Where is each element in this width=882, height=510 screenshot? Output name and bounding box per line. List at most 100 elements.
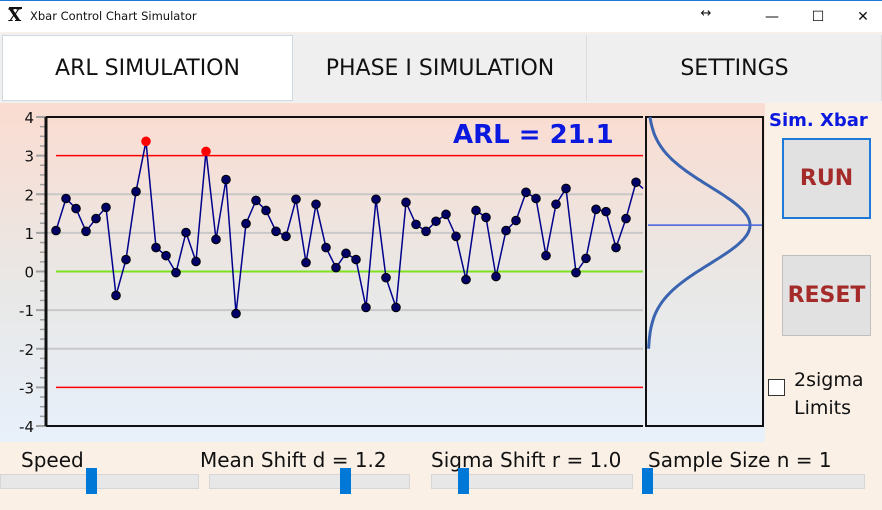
data-point [351, 254, 361, 265]
y-tick-label: -3 [19, 379, 34, 397]
data-point [441, 209, 451, 220]
data-point [491, 271, 501, 282]
data-point [211, 234, 221, 245]
data-point [221, 174, 231, 185]
data-point [471, 205, 481, 216]
data-point [271, 226, 281, 237]
mean-shift-label: Mean Shift d = 1.2 [200, 448, 387, 472]
data-point [361, 302, 371, 313]
minimize-icon[interactable]: — [749, 1, 795, 33]
data-point [551, 199, 561, 210]
data-point [461, 274, 471, 285]
data-point [161, 250, 171, 261]
data-point [51, 225, 61, 236]
run-button[interactable]: RUN [782, 138, 871, 219]
title-bar: X Xbar Control Chart Simulator ↔ — ☐ ✕ [0, 0, 882, 32]
data-point [621, 213, 631, 224]
data-point [231, 308, 241, 319]
data-point [191, 256, 201, 267]
data-point [121, 254, 131, 265]
data-point [91, 213, 101, 224]
out-of-control-point [141, 136, 151, 147]
2sigma-limits-checkbox[interactable] [768, 379, 785, 396]
sim-xbar-label: Sim. Xbar [769, 110, 868, 131]
data-point [531, 193, 541, 204]
y-tick-label: 4 [24, 109, 34, 127]
checkbox-label-line2: Limits [794, 397, 851, 419]
data-point [431, 216, 441, 227]
data-point [371, 194, 381, 205]
data-point [571, 267, 581, 278]
data-point [71, 203, 81, 214]
data-point [391, 302, 401, 313]
data-point [521, 187, 531, 198]
data-point [331, 262, 341, 273]
data-point [251, 195, 261, 206]
tab-settings[interactable]: SETTINGS [588, 35, 882, 101]
sample-size-slider-track[interactable] [642, 474, 865, 489]
data-point [101, 202, 111, 213]
data-point [511, 215, 521, 226]
y-tick-label: 2 [24, 186, 34, 204]
sigma-shift-slider-thumb[interactable] [457, 468, 469, 494]
maximize-icon[interactable]: ☐ [795, 1, 841, 33]
data-point [381, 272, 391, 283]
data-point [311, 199, 321, 210]
sample-size-label: Sample Size n = 1 [648, 448, 832, 472]
data-point [301, 257, 311, 268]
sample-size-slider-thumb[interactable] [642, 468, 653, 494]
data-point [131, 186, 141, 197]
tab-bar: ARL SIMULATION PHASE I SIMULATION SETTIN… [0, 33, 882, 103]
reset-button[interactable]: RESET [782, 255, 871, 336]
speed-slider-track[interactable] [0, 474, 199, 489]
data-point [341, 248, 351, 259]
data-point [261, 205, 271, 216]
checkbox-label-line1: 2sigma [794, 369, 864, 391]
data-point [481, 212, 491, 223]
data-point [281, 231, 291, 242]
tab-arl-simulation[interactable]: ARL SIMULATION [2, 35, 293, 101]
data-point [421, 226, 431, 237]
mean-shift-slider-thumb[interactable] [340, 468, 352, 494]
y-tick-label: -4 [19, 418, 34, 436]
close-icon[interactable]: ✕ [840, 1, 882, 33]
xbar-icon: X [8, 6, 22, 26]
data-point [291, 194, 301, 205]
mean-shift-slider-track[interactable] [209, 474, 410, 489]
xbar-series-line [55, 141, 644, 314]
window-title: Xbar Control Chart Simulator [30, 9, 197, 23]
data-point [611, 242, 621, 253]
data-point [541, 250, 551, 261]
arl-label: ARL = 21.1 [453, 120, 614, 150]
data-point [181, 227, 191, 238]
y-tick-label: 1 [24, 225, 34, 243]
data-point [631, 177, 641, 188]
y-tick-label: 3 [24, 148, 34, 166]
xbar-control-chart: 4 3 2 1 0 -1 -2 -3 -4 ARL = 21.1 [19, 109, 764, 436]
data-point [411, 219, 421, 230]
data-point [581, 253, 591, 264]
data-point [61, 193, 71, 204]
y-tick-label: -2 [19, 341, 34, 359]
data-point [501, 225, 511, 236]
speed-slider-thumb[interactable] [86, 468, 98, 494]
data-point [151, 242, 161, 253]
density-curve [647, 116, 752, 349]
data-point [241, 218, 251, 229]
y-tick-label: 0 [24, 264, 34, 282]
data-point [321, 242, 331, 253]
data-point [561, 183, 571, 194]
data-point [401, 197, 411, 208]
2sigma-limits-label: 2sigma Limits [794, 366, 863, 422]
resize-arrows-icon[interactable]: ↔ [683, 0, 729, 29]
density-panel-frame [645, 116, 764, 427]
data-point [601, 206, 611, 217]
speed-label: Speed [21, 448, 84, 472]
tab-phase-i-simulation[interactable]: PHASE I SIMULATION [294, 35, 587, 101]
data-point [591, 204, 601, 215]
data-point [451, 231, 461, 242]
data-point [81, 226, 91, 237]
data-point [111, 290, 121, 301]
data-point [171, 267, 181, 278]
out-of-control-point [201, 146, 211, 157]
